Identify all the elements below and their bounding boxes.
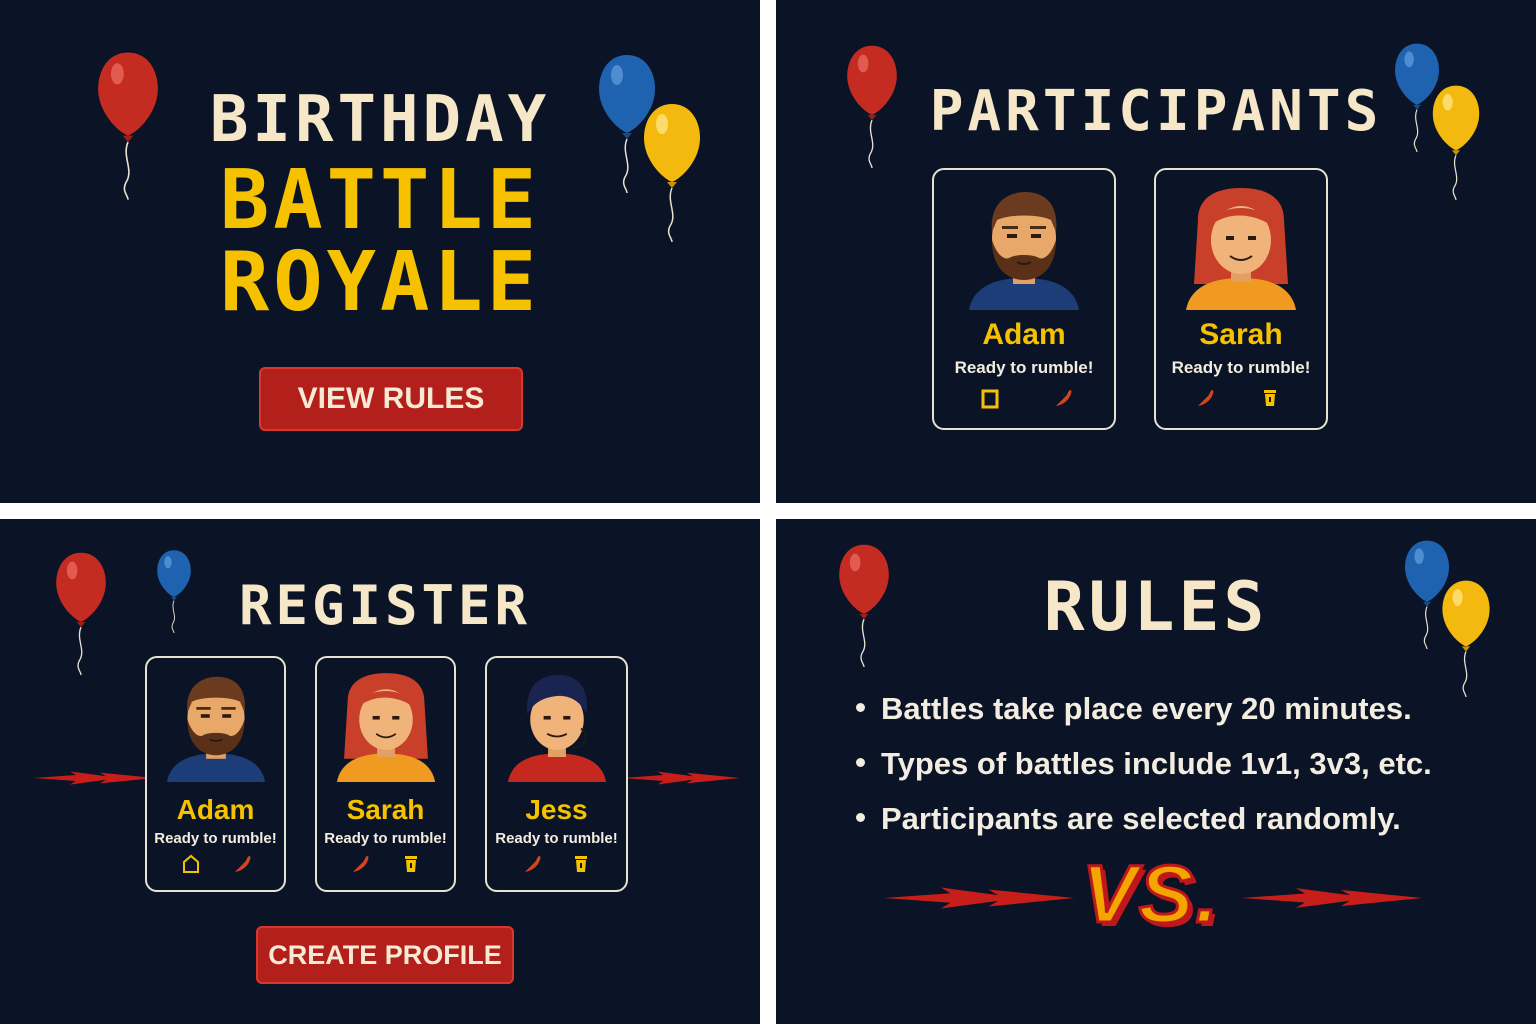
blue-balloon-icon [147, 549, 201, 633]
lightning-bolt-left-icon [884, 883, 1074, 913]
participant-card-sarah[interactable]: Sarah Ready to rumble! [1154, 168, 1328, 430]
participant-card-adam[interactable]: Adam Ready to rumble! [932, 168, 1116, 430]
cup-icon [401, 854, 421, 874]
rule-item: Types of battles include 1v1, 3v3, etc. [856, 736, 1432, 791]
red-balloon-icon [836, 543, 892, 667]
rules-panel: RULES Battles take place every 20 minute… [776, 519, 1536, 1024]
register-card-sarah[interactable]: Sarah Ready to rumble! [315, 656, 456, 892]
bullet-icon [856, 703, 865, 713]
participant-status: Ready to rumble! [154, 830, 277, 847]
adam-avatar [959, 180, 1089, 310]
participant-status: Ready to rumble! [954, 358, 1094, 377]
house-icon [181, 854, 201, 874]
rule-item: Participants are selected randomly. [856, 791, 1432, 846]
sarah-avatar [328, 664, 444, 784]
register-card-jess[interactable]: Jess Ready to rumble! [485, 656, 628, 892]
participant-name: Jess [525, 794, 588, 825]
yellow-balloon-icon [1440, 579, 1492, 697]
red-balloon-icon [54, 551, 108, 675]
yellow-balloon-icon [642, 98, 702, 246]
sarah-avatar [1176, 180, 1306, 310]
title-battle: BATTLE [219, 153, 541, 248]
register-card-adam[interactable]: Adam Ready to rumble! [145, 656, 286, 892]
create-profile-button[interactable]: CREATE PROFILE [256, 926, 514, 984]
participant-status: Ready to rumble! [495, 830, 618, 847]
page-title: RULES [1043, 568, 1269, 647]
cup-icon [1260, 388, 1280, 408]
page-title: PARTICIPANTS [929, 79, 1383, 144]
participant-name: Adam [176, 794, 255, 825]
bullet-icon [856, 758, 865, 768]
lightning-bolt-right-icon [622, 763, 740, 793]
participant-status: Ready to rumble! [1171, 358, 1311, 377]
lightning-bolt-right-icon [1242, 883, 1422, 913]
red-balloon-icon [844, 44, 900, 168]
rules-list: Battles take place every 20 minutes. Typ… [856, 681, 1432, 846]
rule-item: Battles take place every 20 minutes. [856, 681, 1432, 736]
adam-avatar [158, 664, 274, 784]
pepper-icon [1196, 388, 1216, 408]
participant-name: Sarah [346, 794, 425, 825]
page-title: REGISTER [238, 574, 532, 637]
participant-status: Ready to rumble! [324, 830, 447, 847]
view-rules-button[interactable]: VIEW RULES [259, 367, 523, 431]
pepper-icon [523, 854, 543, 874]
title-royale: ROYALE [219, 235, 541, 330]
register-panel: REGISTER Adam Ready to rumble! Sarah Rea… [0, 519, 760, 1024]
participant-name: Sarah [1199, 318, 1283, 351]
participant-name: Adam [982, 318, 1066, 351]
pepper-icon [1054, 388, 1074, 408]
home-panel: BIRTHDAY BATTLE ROYALE VIEW RULES [0, 0, 760, 503]
vs-label: VS. [1080, 849, 1221, 940]
pepper-icon [233, 854, 253, 874]
yellow-balloon-icon [1430, 84, 1482, 200]
lightning-bolt-left-icon [34, 763, 154, 793]
square-icon [980, 388, 1000, 410]
title-birthday: BIRTHDAY [209, 83, 551, 157]
cup-icon [571, 854, 591, 874]
pepper-icon [351, 854, 371, 874]
bullet-icon [856, 813, 865, 823]
jess-avatar [499, 664, 615, 784]
participants-panel: PARTICIPANTS Adam Ready to rumble! Sarah… [776, 0, 1536, 503]
